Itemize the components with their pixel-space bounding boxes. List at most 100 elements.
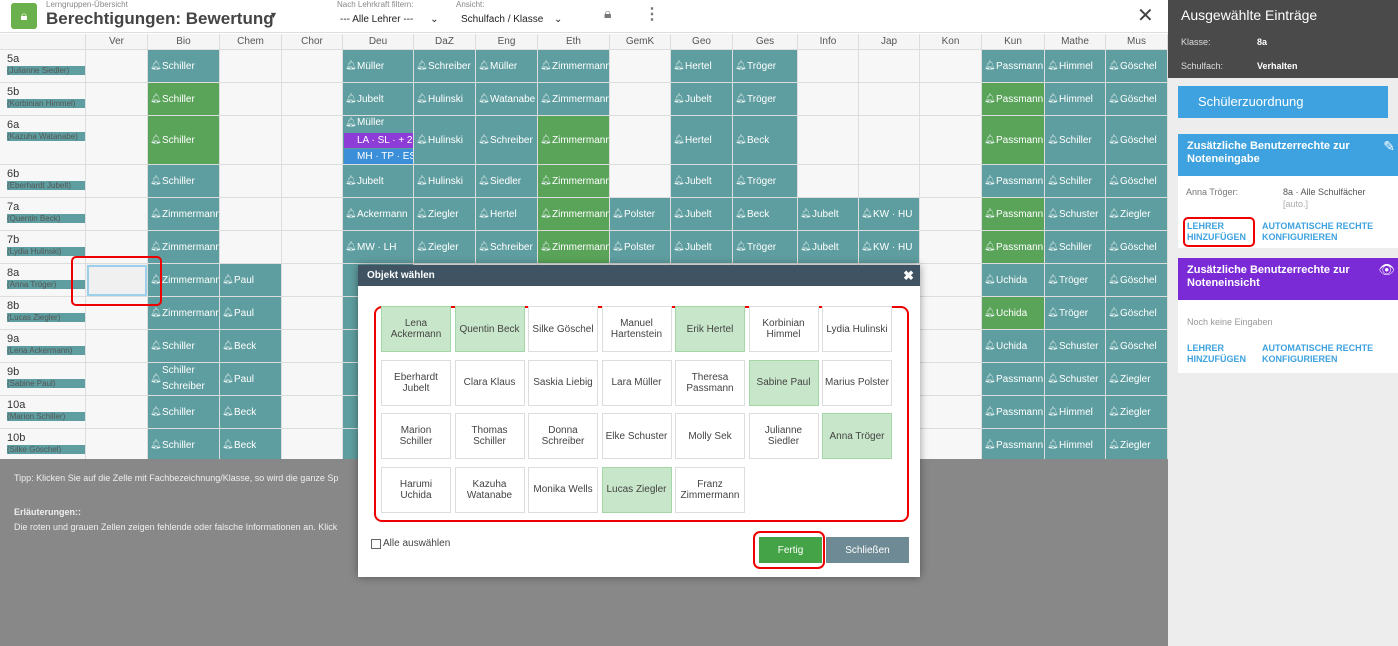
grid-cell[interactable]: 🔔︎ Hertel <box>476 198 538 231</box>
grid-cell[interactable] <box>282 429 343 462</box>
grid-cell[interactable] <box>220 231 282 264</box>
teacher-tile[interactable]: Kazuha Watanabe <box>454 466 525 513</box>
subject-header-info[interactable]: Info <box>798 34 859 50</box>
grid-cell[interactable]: 🔔︎ Himmel <box>1045 50 1106 83</box>
row-header-7a[interactable]: 7a (Quentin Beck) <box>0 198 86 231</box>
grid-cell[interactable]: 🔔︎ Passmann <box>982 50 1045 83</box>
view-rights-tag[interactable]: LA · SL · + 2 <box>344 133 413 148</box>
subject-header-kun[interactable]: Kun <box>982 34 1045 50</box>
teacher-tile[interactable]: Lucas Ziegler <box>601 466 672 513</box>
grid-cell[interactable]: 🔔︎ Himmel <box>1045 83 1106 116</box>
more-menu-icon[interactable]: ⋮ <box>644 4 660 24</box>
grid-cell[interactable]: 🔔︎ Göschel <box>1106 50 1168 83</box>
grid-cell[interactable]: 🔔︎ Göschel <box>1106 231 1168 264</box>
grid-cell[interactable]: 🔔︎ Zimmermann <box>538 83 610 116</box>
grid-cell[interactable]: 🔔︎ Tröger <box>1045 297 1106 330</box>
grid-cell[interactable] <box>86 363 148 396</box>
grid-cell[interactable] <box>282 165 343 198</box>
grid-cell[interactable]: 🔔︎ Göschel <box>1106 116 1168 165</box>
grid-cell[interactable] <box>282 363 343 396</box>
grid-cell[interactable]: 🔔︎ Hertel <box>671 50 733 83</box>
grid-cell[interactable]: 🔔︎ Passmann <box>982 165 1045 198</box>
row-header-5a[interactable]: 5a (Julianne Siedler) <box>0 50 86 83</box>
grid-cell[interactable]: 🔔︎ MW · LH <box>343 231 414 264</box>
grid-cell[interactable]: 🔔︎ Schiller <box>148 330 220 363</box>
teacher-tile[interactable]: Franz Zimmermann <box>675 466 745 513</box>
grid-cell[interactable]: 🔔︎ Zimmermann <box>538 50 610 83</box>
grid-cell[interactable]: 🔔︎ Ackermann <box>343 198 414 231</box>
grid-cell[interactable]: 🔔︎ Jubelt <box>671 165 733 198</box>
teacher-tile[interactable]: Julianne Siedler <box>748 413 819 459</box>
grid-cell[interactable] <box>282 116 343 165</box>
grid-cell[interactable]: 🔔︎ Tröger <box>1045 264 1106 297</box>
subject-header-ges[interactable]: Ges <box>733 34 798 50</box>
dialog-close-icon[interactable]: ✖ <box>903 265 914 286</box>
row-header-10b[interactable]: 10b (Silke Göschel) <box>0 429 86 462</box>
grid-cell[interactable] <box>920 330 982 363</box>
teacher-tile[interactable]: Eberhardt Jubelt <box>381 359 451 406</box>
grid-cell[interactable]: 🔔︎ KW · HU <box>859 198 920 231</box>
teacher-tile[interactable]: Sabine Paul <box>748 359 819 406</box>
grid-cell[interactable]: 🔔︎ Uchida <box>982 330 1045 363</box>
subject-header-kon[interactable]: Kon <box>920 34 982 50</box>
close-button[interactable]: Schließen <box>826 537 909 563</box>
grid-cell[interactable] <box>610 50 671 83</box>
eye-icon[interactable]: 👁︎ <box>1378 262 1395 278</box>
pencil-icon[interactable]: ✎ <box>1383 138 1395 155</box>
grid-cell[interactable] <box>920 363 982 396</box>
teacher-tile[interactable]: Manuel Hartenstein <box>601 306 672 352</box>
view-select[interactable]: Schulfach / Klasse ⌄ <box>461 14 562 25</box>
grid-cell[interactable] <box>859 50 920 83</box>
grid-cell[interactable]: 🔔︎ Schiller <box>148 50 220 83</box>
grid-cell[interactable] <box>86 198 148 231</box>
grid-cell[interactable] <box>282 330 343 363</box>
grid-cell[interactable]: 🔔︎ Schreiber <box>414 50 476 83</box>
checkbox-box[interactable] <box>371 538 381 549</box>
teacher-tile[interactable]: Silke Göschel <box>528 306 598 352</box>
grid-cell[interactable]: 🔔︎ Paul <box>220 297 282 330</box>
grid-cell[interactable]: 🔔︎ Göschel <box>1106 330 1168 363</box>
row-header-6b[interactable]: 6b (Eberhardt Jubelt) <box>0 165 86 198</box>
grid-cell[interactable]: 🔔︎ Passmann <box>982 363 1045 396</box>
grid-cell[interactable]: 🔔︎ Göschel <box>1106 297 1168 330</box>
grid-cell[interactable] <box>610 116 671 165</box>
subject-header-jap[interactable]: Jap <box>859 34 920 50</box>
grid-cell[interactable]: 🔔︎ Müller <box>343 50 414 83</box>
grid-cell[interactable] <box>220 83 282 116</box>
grid-cell[interactable]: 🔔︎ Ziegler <box>1106 396 1168 429</box>
grid-cell[interactable] <box>920 297 982 330</box>
grid-cell[interactable] <box>282 297 343 330</box>
breadcrumb[interactable]: Lerngruppen-Übersicht <box>46 0 128 9</box>
row-header-10a[interactable]: 10a (Marion Schiller) <box>0 396 86 429</box>
grid-cell[interactable]: 🔔︎ Tröger <box>733 231 798 264</box>
title-dropdown-icon[interactable]: ▼ <box>269 10 278 20</box>
auto-rights-link-view[interactable]: AUTOMATISCHE RECHTE KONFIGURIEREN <box>1262 343 1392 365</box>
grid-cell[interactable] <box>920 198 982 231</box>
subject-header-bio[interactable]: Bio <box>148 34 220 50</box>
teacher-tile[interactable]: Clara Klaus <box>454 359 525 406</box>
grid-cell[interactable]: 🔔︎ Paul <box>220 264 282 297</box>
teacher-tile[interactable]: Lara Müller <box>601 359 672 406</box>
grid-cell[interactable]: 🔔︎ Müller LA · SL · + 2 MH · TP · ES <box>343 116 414 165</box>
grid-cell[interactable] <box>86 396 148 429</box>
teacher-tile[interactable]: Anna Tröger <box>822 413 892 459</box>
row-header-9b[interactable]: 9b (Sabine Paul) <box>0 363 86 396</box>
grid-cell[interactable]: 🔔︎ Ziegler <box>1106 429 1168 462</box>
teacher-tile[interactable]: Lydia Hulinski <box>822 306 892 352</box>
grid-cell[interactable] <box>86 83 148 116</box>
entry-rights-tag[interactable]: MH · TP · ES <box>344 149 413 164</box>
grid-cell[interactable] <box>86 429 148 462</box>
grid-cell[interactable]: 🔔︎ Göschel <box>1106 83 1168 116</box>
grid-cell[interactable]: 🔔︎ Polster <box>610 198 671 231</box>
grid-cell[interactable] <box>220 116 282 165</box>
grid-cell[interactable]: 🔔︎ Schuster <box>1045 198 1106 231</box>
row-header-6a[interactable]: 6a (Kazuha Watanabe) <box>0 116 86 165</box>
grid-cell[interactable]: 🔔︎ Uchida <box>982 264 1045 297</box>
teacher-tile[interactable]: Thomas Schiller <box>454 413 525 459</box>
grid-cell[interactable] <box>282 50 343 83</box>
grid-cell[interactable] <box>220 50 282 83</box>
teacher-tile[interactable]: Molly Sek <box>675 413 745 459</box>
grid-cell[interactable]: 🔔︎ Schiller Schreiber <box>148 363 220 396</box>
lock-toggle-icon[interactable]: 🔒︎ <box>604 5 611 22</box>
grid-cell[interactable]: 🔔︎ Zimmermann <box>538 231 610 264</box>
